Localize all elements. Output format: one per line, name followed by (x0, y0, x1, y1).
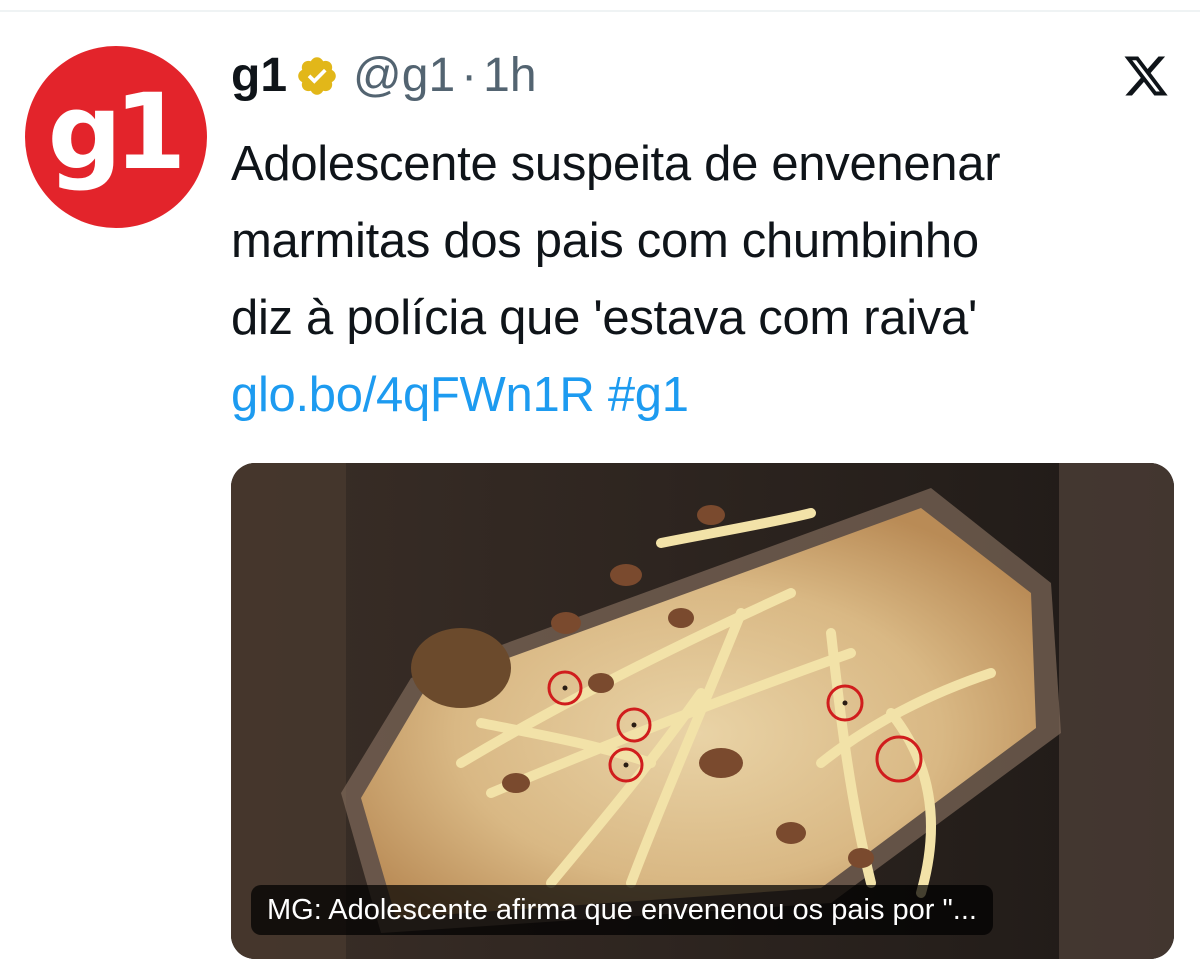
media-caption: MG: Adolescente afirma que envenenou os … (251, 885, 993, 935)
display-name[interactable]: g1 (231, 48, 287, 104)
avatar[interactable]: g1 (25, 46, 207, 228)
hashtag-link[interactable]: #g1 (608, 368, 689, 422)
tweet-text-line: diz à polícia que 'estava com raiva' (231, 291, 978, 345)
user-handle[interactable]: @g1 (353, 48, 455, 104)
tweet-links-line: glo.bo/4qFWn1R #g1 (231, 357, 1181, 434)
media-image[interactable]: MG: Adolescente afirma que envenenou os … (231, 463, 1174, 959)
short-link[interactable]: glo.bo/4qFWn1R (231, 368, 595, 422)
tweet-text-line: Adolescente suspeita de envenenar (231, 137, 1001, 191)
separator-dot: · (461, 49, 478, 102)
top-divider (0, 10, 1200, 12)
tweet-text: Adolescente suspeita de envenenar marmit… (231, 126, 1181, 434)
tweet-header: g1 @g1 · 1h (231, 48, 537, 104)
x-logo-icon[interactable] (1122, 56, 1170, 100)
verified-badge-icon[interactable] (295, 54, 339, 98)
timestamp[interactable]: 1h (483, 48, 536, 104)
tweet-text-line: marmitas dos pais com chumbinho (231, 214, 979, 268)
avatar-logo-text: g1 (47, 71, 187, 193)
